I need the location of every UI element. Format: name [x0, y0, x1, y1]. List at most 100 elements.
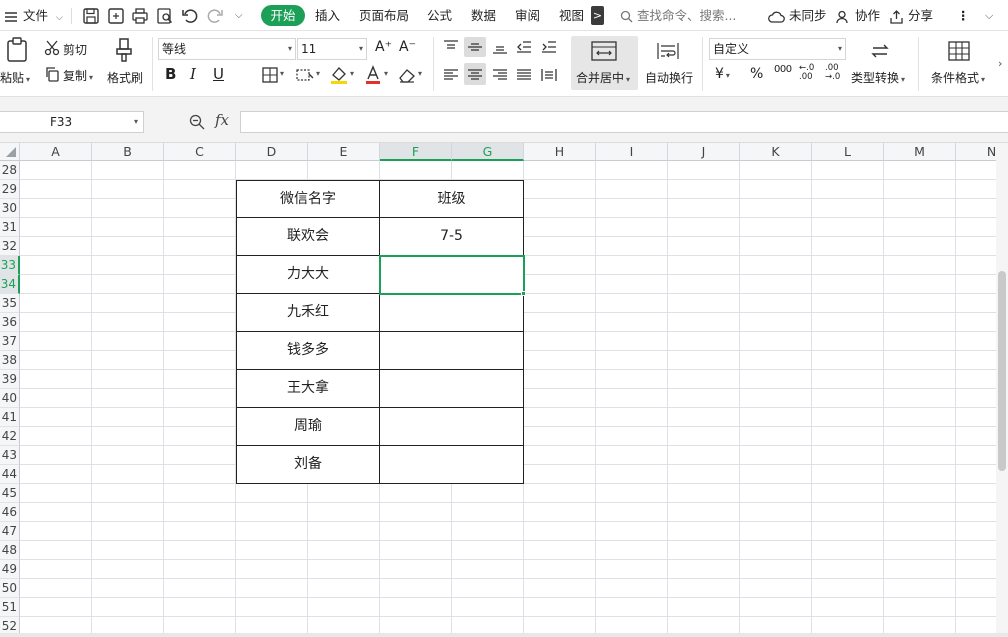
grid-cell[interactable]: [308, 560, 380, 579]
grid-cell[interactable]: [740, 275, 812, 294]
row-header-43[interactable]: 43: [0, 446, 20, 465]
grid-cell[interactable]: [596, 351, 668, 370]
row-header-37[interactable]: 37: [0, 332, 20, 351]
table-name-cell[interactable]: 联欢会: [236, 218, 380, 256]
grid-cell[interactable]: [812, 218, 884, 237]
more-tabs-button[interactable]: >: [591, 6, 604, 25]
grid-cell[interactable]: [884, 465, 956, 484]
row-header-32[interactable]: 32: [0, 237, 20, 256]
grid-cell[interactable]: [20, 199, 92, 218]
grid-cell[interactable]: [812, 427, 884, 446]
tab-review[interactable]: 审阅: [515, 0, 540, 31]
grid-cell[interactable]: [92, 370, 164, 389]
row-header-44[interactable]: 44: [0, 465, 20, 484]
table-name-cell[interactable]: 王大拿: [236, 370, 380, 408]
grid-cell[interactable]: [740, 465, 812, 484]
grid-cell[interactable]: [740, 370, 812, 389]
thousands-separator-button[interactable]: 000: [774, 64, 792, 75]
column-header-i[interactable]: I: [596, 143, 668, 161]
grid-cell[interactable]: [20, 218, 92, 237]
grid-cell[interactable]: [884, 313, 956, 332]
grid-cell[interactable]: [884, 351, 956, 370]
grid-cell[interactable]: [20, 370, 92, 389]
grid-cell[interactable]: [884, 237, 956, 256]
select-all-corner[interactable]: [2, 145, 18, 159]
grid-cell[interactable]: [596, 180, 668, 199]
grid-cell[interactable]: [164, 351, 236, 370]
grid-cell[interactable]: [596, 598, 668, 617]
grid-cell[interactable]: [308, 579, 380, 598]
grid-cell[interactable]: [92, 484, 164, 503]
grid-cell[interactable]: [164, 389, 236, 408]
grid-cell[interactable]: [812, 541, 884, 560]
grid-cell[interactable]: [92, 560, 164, 579]
grid-cell[interactable]: [668, 560, 740, 579]
table-class-cell[interactable]: 7-5: [380, 218, 524, 256]
overflow-menu-button[interactable]: ⋮: [957, 0, 970, 31]
row-header-40[interactable]: 40: [0, 389, 20, 408]
chevron-down-icon[interactable]: ▾: [350, 69, 354, 78]
grid-cell[interactable]: [20, 408, 92, 427]
grid-cell[interactable]: [20, 503, 92, 522]
column-header-m[interactable]: M: [884, 143, 956, 161]
table-name-cell[interactable]: 力大大: [236, 256, 380, 294]
grid-cell[interactable]: [92, 275, 164, 294]
grid-cell[interactable]: [740, 351, 812, 370]
grid-cell[interactable]: [20, 465, 92, 484]
grid-cell[interactable]: [668, 351, 740, 370]
row-header-38[interactable]: 38: [0, 351, 20, 370]
grid-cell[interactable]: [740, 503, 812, 522]
column-header-e[interactable]: E: [308, 143, 380, 161]
grid-cell[interactable]: [668, 598, 740, 617]
table-class-cell[interactable]: [380, 370, 524, 408]
grid-cell[interactable]: [20, 446, 92, 465]
grid-cell[interactable]: [524, 313, 596, 332]
grid-cell[interactable]: [452, 560, 524, 579]
grid-cell[interactable]: [308, 484, 380, 503]
grid-cell[interactable]: [596, 370, 668, 389]
grid-cell[interactable]: [740, 294, 812, 313]
copy-button[interactable]: 复制 ▾: [63, 67, 93, 84]
grid-cell[interactable]: [884, 294, 956, 313]
grid-cell[interactable]: [596, 465, 668, 484]
grid-cell[interactable]: [812, 161, 884, 180]
grid-cell[interactable]: [452, 503, 524, 522]
grid-cell[interactable]: [596, 218, 668, 237]
grid-cell[interactable]: [596, 522, 668, 541]
italic-button[interactable]: I: [190, 65, 196, 83]
grid-cell[interactable]: [92, 218, 164, 237]
grid-cell[interactable]: [812, 560, 884, 579]
grid-cell[interactable]: [236, 560, 308, 579]
convert-type-button[interactable]: 类型转换 ▾: [851, 69, 905, 86]
fill-color-icon[interactable]: [330, 65, 348, 85]
grid-cell[interactable]: [884, 389, 956, 408]
grid-cell[interactable]: [740, 408, 812, 427]
grid-cell[interactable]: [236, 598, 308, 617]
grid-cell[interactable]: [884, 218, 956, 237]
grid-cell[interactable]: [20, 427, 92, 446]
export-pdf-icon[interactable]: [107, 7, 125, 25]
grid-cell[interactable]: [596, 541, 668, 560]
grid-cell[interactable]: [164, 313, 236, 332]
grid-cell[interactable]: [884, 275, 956, 294]
grid-cell[interactable]: [164, 332, 236, 351]
increase-indent-icon[interactable]: [541, 39, 557, 55]
grid-cell[interactable]: [812, 446, 884, 465]
bold-button[interactable]: B: [165, 65, 176, 83]
grid-cell[interactable]: [452, 598, 524, 617]
grid-cell[interactable]: [92, 389, 164, 408]
grid-cell[interactable]: [668, 370, 740, 389]
grid-cell[interactable]: [164, 256, 236, 275]
table-name-cell[interactable]: 刘备: [236, 446, 380, 484]
grid-cell[interactable]: [524, 180, 596, 199]
grid-cell[interactable]: [20, 161, 92, 180]
percent-button[interactable]: %: [750, 66, 763, 82]
grid-cell[interactable]: [596, 427, 668, 446]
grid-cell[interactable]: [740, 256, 812, 275]
grid-cell[interactable]: [812, 275, 884, 294]
grid-cell[interactable]: [596, 275, 668, 294]
grid-cell[interactable]: [740, 313, 812, 332]
grid-cell[interactable]: [524, 389, 596, 408]
redo-icon[interactable]: [206, 7, 224, 25]
grid-cell[interactable]: [740, 598, 812, 617]
